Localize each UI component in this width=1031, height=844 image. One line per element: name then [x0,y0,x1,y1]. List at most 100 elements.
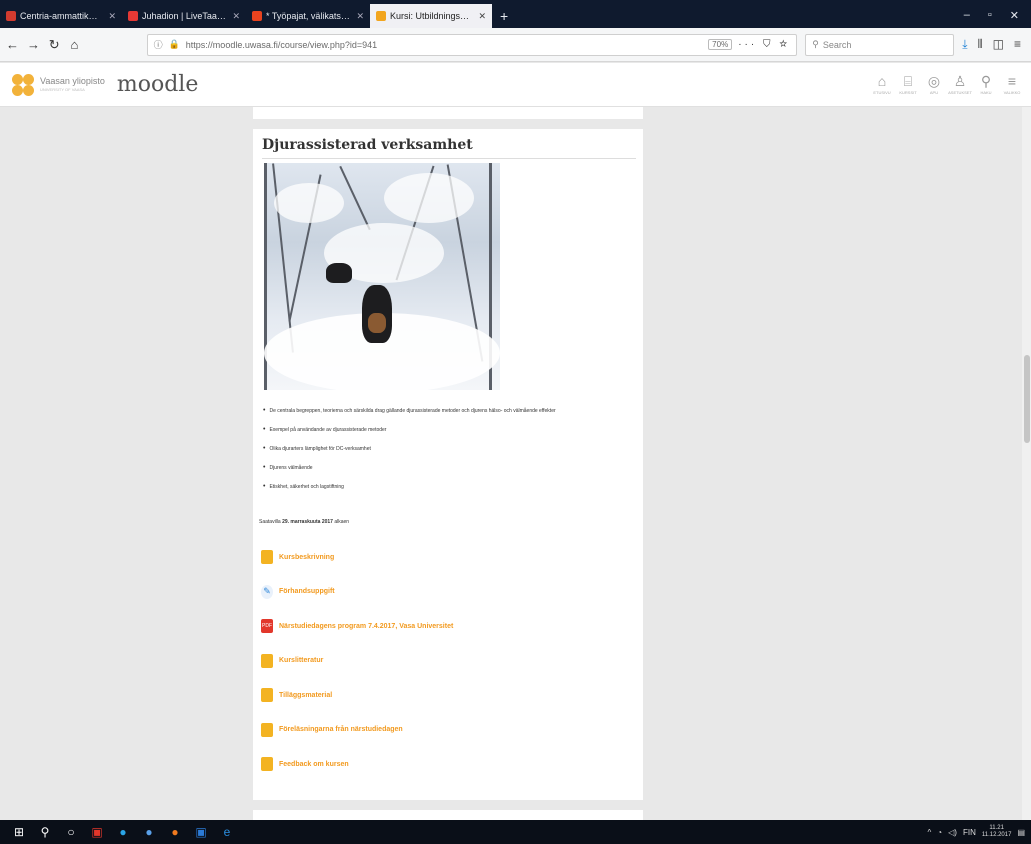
outlook-icon[interactable]: ▣ [188,820,214,844]
browser-tab[interactable]: Kursi: Utbildningsmodul inom ✕ [370,4,492,28]
activity-label[interactable]: Feedback om kursen [279,761,349,768]
header-nav-icon: ⌸ [903,73,913,89]
header-nav-label: APU [929,90,939,95]
browser-tab[interactable]: Centria-ammattikorkeakoulu ✕ [0,4,122,28]
activity-link[interactable]: Kurslitteratur [261,644,453,679]
notifications-icon[interactable]: ▤ [1017,828,1025,837]
previous-section-card [253,107,643,119]
system-tray: ^ ◔ ◁) FIN 11.21 11.12.2017 ▤ [928,825,1031,838]
home-icon[interactable]: ⌂ [68,37,80,52]
minimize-icon[interactable]: – [964,9,970,22]
activity-label[interactable]: Förhandsuppgift [279,588,335,595]
windows-taskbar: ⊞ ⚲ ○ ▣ ● ● ● ▣ e ^ ◔ ◁) FIN 11.21 11.12… [0,820,1031,844]
summary-list-item: Etiskhet, säkerhet och lagstiftning [263,477,637,496]
url-bar[interactable]: ⓘ 🔒 https://moodle.uwasa.fi/course/view.… [146,33,798,56]
activity-label[interactable]: Kurslitteratur [279,657,323,664]
header-nav-item[interactable]: ⌂ ETUSIVU [873,74,891,95]
page-scrollbar[interactable] [1022,107,1031,820]
header-nav-icon: ◎ [927,73,941,89]
summary-list-item: De centrala begreppen, teorierna och sär… [263,401,637,420]
forward-icon[interactable]: → [27,37,40,52]
people-icon[interactable]: ● [136,820,162,844]
moodle-brand[interactable]: moodle [117,72,199,97]
skype-icon[interactable]: ● [110,820,136,844]
activity-link[interactable]: Tilläggsmaterial [261,678,453,713]
university-name: Vaasan yliopisto UNIVERSITY OF VAASA [40,77,105,92]
header-nav-label: HAKU [980,90,992,95]
header-nav-item[interactable]: ⌸ KURSSIT [899,74,917,95]
firefox-icon[interactable]: ● [162,820,188,844]
tab-label: * Työpajat, välikatselmukset j... [266,11,350,21]
pdf-icon: PDF [261,619,273,634]
tab-close-icon[interactable]: ✕ [478,11,486,22]
library-icon[interactable]: ⫴ [978,37,983,52]
sidebar-icon[interactable]: ◫ [993,37,1004,52]
browser-tab[interactable]: Juhadion | LiveTaajuus.fi ✕ [122,4,246,28]
folder-icon [261,757,273,772]
acrobat-icon[interactable]: ▣ [84,820,110,844]
header-nav-item[interactable]: ♙ ASETUKSET [948,74,972,95]
edge-icon[interactable]: e [214,820,240,844]
activity-link[interactable]: ✎ Förhandsuppgift [261,575,453,610]
close-window-icon[interactable]: ✕ [1010,9,1019,22]
header-nav-label: VALIKKO [1003,90,1021,95]
activity-label[interactable]: Närstudiedagens program 7.4.2017, Vasa U… [279,623,453,630]
navigation-toolbar: ← → ↻ ⌂ ⓘ 🔒 https://moodle.uwasa.fi/cour… [0,28,1031,62]
input-language[interactable]: FIN [963,828,976,837]
activity-link[interactable]: Feedback om kursen [261,747,453,782]
tab-close-icon[interactable]: ✕ [232,11,240,22]
search-icon[interactable]: ⚲ [32,820,58,844]
activity-label[interactable]: Föreläsningarna från närstudiedagen [279,726,403,733]
activity-label[interactable]: Kursbeskrivning [279,554,334,561]
start-icon[interactable]: ⊞ [6,820,32,844]
window-controls: – ▫ ✕ [964,9,1031,28]
tray-chevron-icon[interactable]: ^ [928,828,932,837]
network-icon[interactable]: ◔ [937,828,942,837]
tab-label: Centria-ammattikorkeakoulu [20,11,102,21]
header-nav-item[interactable]: ◎ APU [925,74,943,95]
tab-favicon-icon [6,11,16,21]
info-icon[interactable]: ⓘ [154,38,163,51]
activity-label[interactable]: Tilläggsmaterial [279,692,332,699]
course-section-card: Djurassisterad verksamhet De centrala be… [253,129,643,800]
reload-icon[interactable]: ↻ [48,37,60,53]
menu-icon[interactable]: ≡ [1014,37,1021,52]
browser-tab[interactable]: * Työpajat, välikatselmukset j... ✕ [246,4,370,28]
header-nav-item[interactable]: ⚲ HAKU [977,74,995,95]
clock-date: 11.12.2017 [981,832,1012,838]
header-nav: ⌂ ETUSIVU ⌸ KURSSIT ◎ APU ♙ ASETUKSET ⚲ HAKU ≡ VALI… [873,74,1021,95]
activity-link[interactable]: Kursbeskrivning [261,540,453,575]
tab-close-icon[interactable]: ✕ [356,11,364,22]
new-tab-button[interactable]: + [492,8,516,28]
tab-favicon-icon [376,11,386,21]
section-title: Djurassisterad verksamhet [262,137,636,159]
next-section-card [253,810,643,820]
back-icon[interactable]: ← [6,37,19,52]
header-nav-label: KURSSIT [899,90,917,95]
university-logo-icon[interactable] [12,73,34,96]
download-icon[interactable]: ⤓ [962,37,967,52]
search-placeholder: Search [822,39,852,50]
page-actions-icon[interactable]: ··· ⛉ ☆ [738,39,790,50]
assignment-icon: ✎ [261,584,273,599]
search-input[interactable]: ⚲ Search [805,33,955,56]
maximize-icon[interactable]: ▫ [988,9,992,22]
activity-link[interactable]: Föreläsningarna från närstudiedagen [261,713,453,748]
volume-icon[interactable]: ◁) [948,828,957,837]
header-nav-label: ASETUKSET [948,90,972,95]
availability-suffix: alkaen [334,519,350,525]
moodle-header: Vaasan yliopisto UNIVERSITY OF VAASA moo… [0,63,1031,107]
task-view-icon[interactable]: ○ [58,820,84,844]
folder-icon [261,722,273,737]
activity-link[interactable]: PDF Närstudiedagens program 7.4.2017, Vas… [261,609,453,644]
tab-close-icon[interactable]: ✕ [108,11,116,22]
folder-icon [261,653,273,668]
url-text[interactable]: https://moodle.uwasa.fi/course/view.php?… [186,40,702,50]
clock[interactable]: 11.21 11.12.2017 [982,825,1012,838]
header-nav-item[interactable]: ≡ VALIKKO [1003,74,1021,95]
header-nav-label: ETUSIVU [873,90,891,95]
zoom-level[interactable]: 70% [708,39,733,50]
scrollbar-thumb[interactable] [1024,355,1030,443]
lock-icon: 🔒 [168,39,180,49]
summary-list-item: Djurens välmående [263,458,637,477]
